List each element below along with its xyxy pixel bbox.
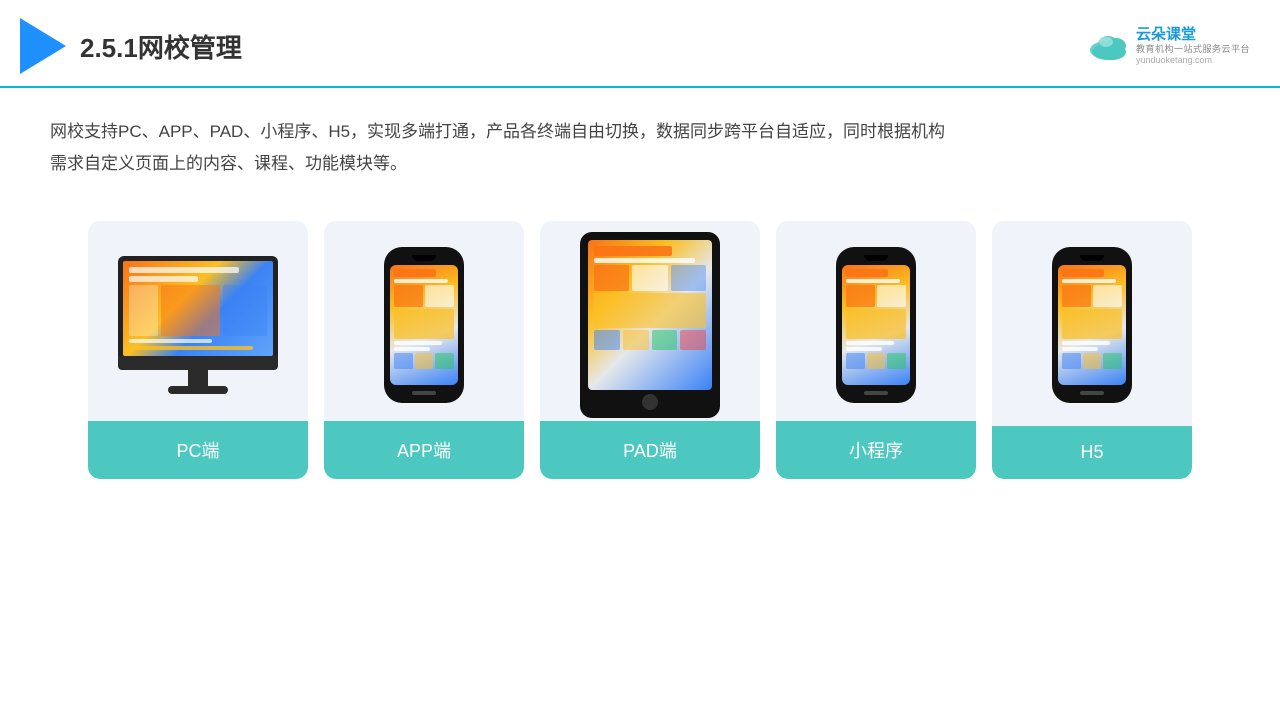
mini-screen xyxy=(842,265,910,385)
brand-name: 云朵课堂 xyxy=(1136,26,1250,44)
mini-phone xyxy=(836,247,916,403)
description-line1: 网校支持PC、APP、PAD、小程序、H5，实现多端打通，产品各终端自由切换，数… xyxy=(50,122,945,141)
pc-monitor xyxy=(118,256,278,394)
h5-phone xyxy=(1052,247,1132,403)
cards-container: PC端 xyxy=(0,191,1280,499)
description: 网校支持PC、APP、PAD、小程序、H5，实现多端打通，产品各终端自由切换，数… xyxy=(0,88,1280,191)
label-mini: 小程序 xyxy=(776,421,976,479)
mini-image-area xyxy=(776,221,976,421)
brand-logo: 云朵课堂 教育机构一站式服务云平台 yunduoketang.com xyxy=(1086,26,1250,66)
brand-url: yunduoketang.com xyxy=(1136,55,1250,66)
brand-subtitle: 教育机构一站式服务云平台 xyxy=(1136,44,1250,55)
app-phone xyxy=(384,247,464,403)
label-pc: PC端 xyxy=(88,421,308,479)
pad-tablet xyxy=(580,232,720,418)
header-left: 2.5.1网校管理 xyxy=(20,18,242,74)
card-app: APP端 xyxy=(324,221,524,479)
header: 2.5.1网校管理 云朵课堂 教育机构一站式服务云平台 yunduoketang… xyxy=(0,0,1280,88)
card-pc: PC端 xyxy=(88,221,308,479)
pad-image-area xyxy=(540,221,760,421)
brand-text: 云朵课堂 教育机构一站式服务云平台 yunduoketang.com xyxy=(1136,26,1250,66)
h5-screen xyxy=(1058,265,1126,385)
card-pad: PAD端 xyxy=(540,221,760,479)
label-pad: PAD端 xyxy=(540,421,760,479)
pc-image-area xyxy=(88,221,308,421)
play-triangle-icon xyxy=(20,18,66,74)
card-miniprogram: 小程序 xyxy=(776,221,976,479)
cloud-icon xyxy=(1086,30,1130,62)
label-app: APP端 xyxy=(324,421,524,479)
card-h5: H5 xyxy=(992,221,1192,479)
h5-image-area xyxy=(992,221,1192,421)
description-line2: 需求自定义页面上的内容、课程、功能模块等。 xyxy=(50,154,407,173)
tablet-screen xyxy=(588,240,712,390)
phone-screen xyxy=(390,265,458,385)
page-title: 2.5.1网校管理 xyxy=(80,28,242,65)
header-right: 云朵课堂 教育机构一站式服务云平台 yunduoketang.com xyxy=(1086,26,1250,66)
label-h5: H5 xyxy=(992,426,1192,479)
app-image-area xyxy=(324,221,524,421)
monitor-screen xyxy=(123,261,273,356)
